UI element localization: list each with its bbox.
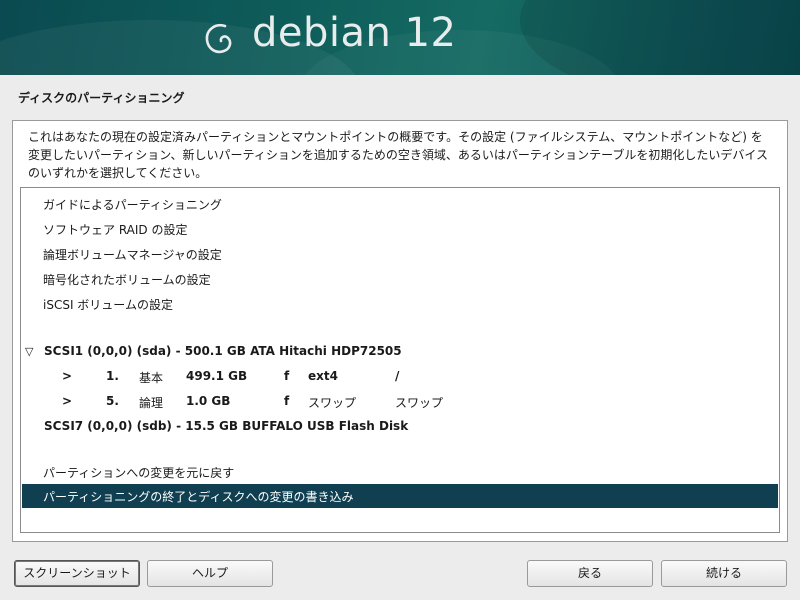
- description-line: 変更したいパーティション、新しいパーティションを追加するための空き領域、あるいは…: [28, 148, 769, 162]
- partition-size: 1.0 GB: [186, 394, 231, 408]
- list-item-encrypted-volumes[interactable]: 暗号化されたボリュームの設定: [22, 267, 778, 291]
- partition-size: 499.1 GB: [186, 369, 248, 383]
- list-item-label: ソフトウェア RAID の設定: [43, 223, 188, 237]
- partition-type: 基本: [139, 371, 164, 385]
- back-button[interactable]: 戻る: [527, 560, 653, 587]
- list-item-label: 暗号化されたボリュームの設定: [43, 273, 211, 287]
- description: これはあなたの現在の設定済みパーティションとマウントポイントの概要です。その設定…: [28, 128, 778, 182]
- list-item-software-raid[interactable]: ソフトウェア RAID の設定: [22, 217, 778, 241]
- debian-swirl-icon: [205, 24, 232, 54]
- partition-flag: f: [284, 369, 290, 383]
- partition-list[interactable]: ガイドによるパーティショニング ソフトウェア RAID の設定 論理ボリュームマ…: [20, 187, 780, 533]
- list-item-label: パーティショニングの終了とディスクへの変更の書き込み: [43, 490, 354, 504]
- partition-flag: f: [284, 394, 290, 408]
- description-line: のいずれかを選択してください。: [28, 166, 208, 180]
- disk-label: SCSI7 (0,0,0) (sdb) - 15.5 GB BUFFALO US…: [44, 419, 409, 433]
- list-item-label: パーティションへの変更を元に戻す: [43, 466, 235, 480]
- partition-number: 1.: [106, 369, 119, 383]
- list-item-finish-partitioning[interactable]: パーティショニングの終了とディスクへの変更の書き込み: [22, 484, 778, 508]
- continue-button[interactable]: 続ける: [661, 560, 787, 587]
- list-item-label: 論理ボリュームマネージャの設定: [43, 248, 222, 262]
- partition-number: 5.: [106, 394, 119, 408]
- description-line: これはあなたの現在の設定済みパーティションとマウントポイントの概要です。その設定…: [28, 130, 763, 144]
- list-item-label: ガイドによるパーティショニング: [43, 198, 222, 212]
- list-item-undo-changes[interactable]: パーティションへの変更を元に戻す: [22, 460, 778, 484]
- disk-label: SCSI1 (0,0,0) (sda) - 500.1 GB ATA Hitac…: [44, 344, 402, 358]
- partition-type: 論理: [139, 396, 164, 410]
- partition-mountpoint: スワップ: [395, 396, 444, 410]
- expand-icon: ▽: [25, 345, 34, 358]
- partition-filesystem: ext4: [308, 369, 338, 383]
- partition-row[interactable]: > 1. 基本 499.1 GB f ext4 /: [22, 365, 778, 389]
- screenshot-button[interactable]: スクリーンショット: [14, 560, 140, 587]
- disk-sda[interactable]: ▽ SCSI1 (0,0,0) (sda) - 500.1 GB ATA Hit…: [22, 340, 778, 364]
- help-button[interactable]: ヘルプ: [147, 560, 273, 587]
- expand-arrow-icon: >: [62, 369, 73, 383]
- list-item-label: iSCSI ボリュームの設定: [43, 298, 173, 312]
- list-item-guided-partitioning[interactable]: ガイドによるパーティショニング: [22, 192, 778, 216]
- disk-sdb[interactable]: SCSI7 (0,0,0) (sdb) - 15.5 GB BUFFALO US…: [22, 415, 778, 439]
- banner-wave: [520, 0, 800, 75]
- product-title: debian 12: [252, 10, 457, 56]
- partition-filesystem: スワップ: [308, 396, 357, 410]
- debian-banner: debian 12: [0, 0, 800, 75]
- page-title: ディスクのパーティショニング: [18, 91, 185, 105]
- expand-arrow-icon: >: [62, 394, 73, 408]
- partition-row[interactable]: > 5. 論理 1.0 GB f スワップ スワップ: [22, 390, 778, 414]
- partition-mountpoint: /: [395, 369, 400, 383]
- list-item-iscsi[interactable]: iSCSI ボリュームの設定: [22, 292, 778, 316]
- list-item-lvm[interactable]: 論理ボリュームマネージャの設定: [22, 242, 778, 266]
